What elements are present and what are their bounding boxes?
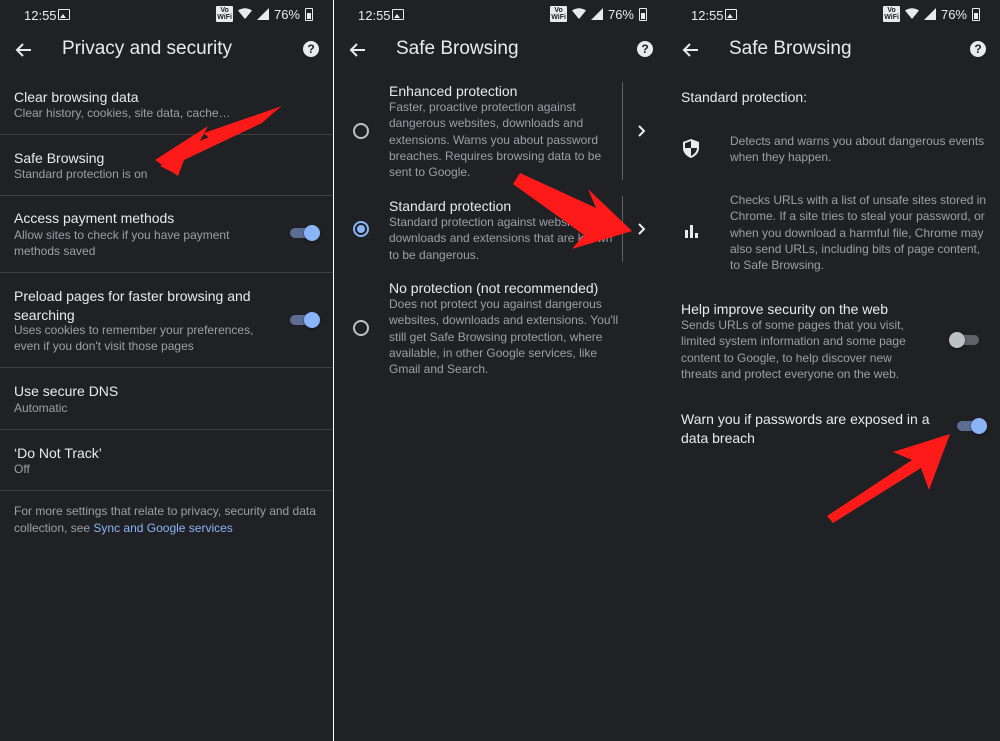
item-subtitle: Uses cookies to remember your preference…	[14, 323, 254, 353]
safe-browsing-options-screen: 12:55 Vo WiFi 76% Safe Browsing ? Enhance…	[334, 0, 667, 741]
app-bar: Safe Browsing ?	[334, 30, 667, 70]
item-subtitle: Allow sites to check if you have payment…	[14, 228, 230, 258]
option-title: No protection (not recommended)	[389, 280, 599, 296]
no-protection-radio[interactable]	[353, 320, 369, 336]
option-description: Does not protect you against dangerous w…	[389, 297, 619, 377]
option-title: Standard protection	[389, 198, 512, 214]
signal-icon	[256, 8, 269, 20]
standard-protection-screen: 12:55 Vo WiFi 76% Safe Browsing ? Standar…	[667, 0, 1000, 741]
sync-google-services-link[interactable]: Sync and Google services	[93, 521, 232, 535]
gallery-notification-icon	[58, 9, 70, 20]
battery-percent: 76%	[940, 6, 967, 22]
shield-icon	[683, 139, 699, 158]
status-bar: 12:55 Vo WiFi 76%	[667, 0, 1000, 30]
back-arrow-icon[interactable]	[681, 40, 701, 60]
bar-chart-icon	[685, 225, 698, 238]
help-icon[interactable]: ?	[303, 41, 319, 57]
item-subtitle: Automatic	[14, 401, 68, 415]
gallery-notification-icon	[392, 9, 404, 20]
item-title: Access payment methods	[14, 210, 175, 226]
warn-passwords-toggle[interactable]	[955, 418, 987, 434]
item-title: ‘Do Not Track’	[14, 445, 102, 461]
status-time: 12:55	[691, 8, 724, 23]
signal-icon	[923, 8, 936, 20]
divider	[622, 196, 623, 262]
item-title: Safe Browsing	[14, 150, 105, 166]
app-bar: Safe Browsing ?	[667, 30, 1000, 70]
back-arrow-icon[interactable]	[14, 40, 34, 60]
wifi-icon	[237, 8, 252, 19]
payment-methods-toggle[interactable]	[288, 225, 320, 241]
vowifi-icon: Vo WiFi	[550, 6, 567, 22]
back-arrow-icon[interactable]	[348, 40, 368, 60]
privacy-security-screen: 12:55 Vo WiFi 76% Privacy and security ? …	[0, 0, 333, 741]
preload-pages-item[interactable]: Preload pages for faster browsing and se…	[0, 273, 333, 368]
section-heading: Standard protection:	[681, 89, 808, 105]
feature-description: Checks URLs with a list of unsafe sites …	[730, 193, 987, 273]
vowifi-icon: Vo WiFi	[883, 6, 900, 22]
item-title: Warn you if passwords are exposed in a d…	[681, 411, 930, 446]
vowifi-icon: Vo WiFi	[216, 6, 233, 22]
page-title: Privacy and security	[62, 38, 233, 59]
help-icon[interactable]: ?	[637, 41, 653, 57]
battery-icon	[639, 7, 647, 21]
battery-icon	[972, 7, 980, 21]
item-subtitle: Off	[14, 462, 30, 476]
item-title: Preload pages for faster browsing and se…	[14, 288, 251, 323]
app-bar: Privacy and security ?	[0, 30, 333, 70]
secure-dns-item[interactable]: Use secure DNS Automatic	[0, 368, 333, 430]
option-title: Enhanced protection	[389, 83, 518, 99]
do-not-track-item[interactable]: ‘Do Not Track’ Off	[0, 430, 333, 491]
status-time: 12:55	[24, 8, 57, 23]
item-title: Help improve security on the web	[681, 301, 888, 317]
divider	[622, 82, 623, 180]
chevron-right-icon[interactable]	[636, 222, 648, 236]
item-subtitle: Clear history, cookies, site data, cache…	[14, 106, 231, 120]
item-title: Clear browsing data	[14, 89, 139, 105]
status-bar: 12:55 Vo WiFi 76%	[0, 0, 333, 30]
clear-browsing-data-item[interactable]: Clear browsing data Clear history, cooki…	[0, 74, 333, 135]
safe-browsing-item[interactable]: Safe Browsing Standard protection is on	[0, 135, 333, 196]
signal-icon	[590, 8, 603, 20]
chevron-right-icon[interactable]	[636, 124, 648, 138]
status-time: 12:55	[358, 8, 391, 23]
status-bar: 12:55 Vo WiFi 76%	[334, 0, 667, 30]
battery-percent: 76%	[607, 6, 634, 22]
option-description: Standard protection against websites, do…	[389, 215, 613, 262]
preload-pages-toggle[interactable]	[288, 312, 320, 328]
footer-note: For more settings that relate to privacy…	[14, 503, 319, 536]
feature-description: Detects and warns you about dangerous ev…	[730, 134, 985, 165]
enhanced-protection-radio[interactable]	[353, 123, 369, 139]
page-title: Safe Browsing	[396, 38, 519, 59]
help-icon[interactable]: ?	[970, 41, 986, 57]
item-subtitle: Standard protection is on	[14, 167, 148, 181]
item-title: Use secure DNS	[14, 383, 119, 399]
wifi-icon	[571, 8, 586, 19]
page-title: Safe Browsing	[729, 38, 852, 59]
help-improve-toggle[interactable]	[949, 332, 981, 348]
option-description: Faster, proactive protection against dan…	[389, 100, 602, 180]
access-payment-methods-item[interactable]: Access payment methods Allow sites to ch…	[0, 196, 333, 273]
gallery-notification-icon	[725, 9, 737, 20]
wifi-icon	[904, 8, 919, 19]
standard-protection-radio[interactable]	[353, 221, 369, 237]
battery-icon	[305, 7, 313, 21]
item-subtitle: Sends URLs of some pages that you visit,…	[681, 318, 906, 381]
battery-percent: 76%	[273, 6, 300, 22]
